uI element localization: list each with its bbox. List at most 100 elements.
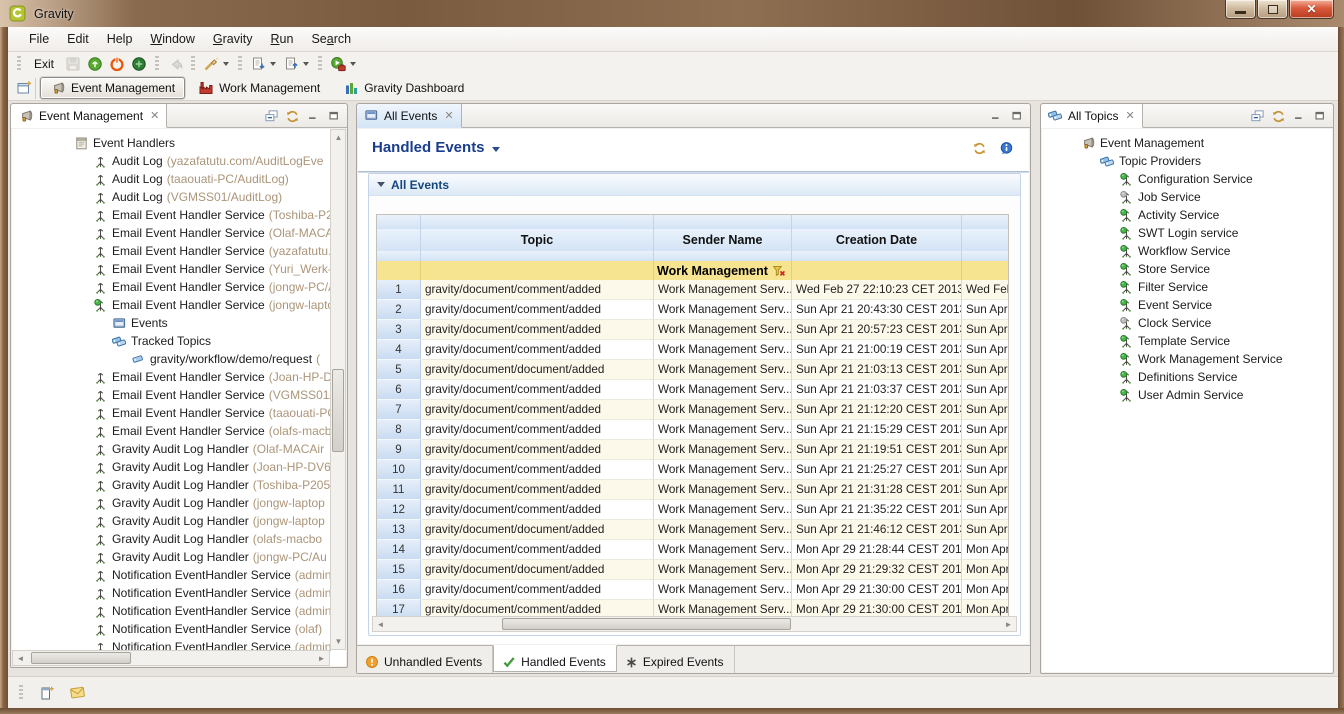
run-external-button[interactable] [328, 54, 348, 74]
tree-item[interactable]: Email Event Handler Service(jongw-PC/A [12, 278, 346, 296]
bottom-tab-unhandled-events[interactable]: Unhandled Events [357, 646, 493, 673]
export-page-button[interactable] [281, 54, 301, 74]
close-tab-icon[interactable]: ✕ [444, 109, 453, 122]
tree-item[interactable]: Gravity Audit Log Handler(Joan-HP-DV6 [12, 458, 346, 476]
tree-item[interactable]: Template Service [1042, 332, 1332, 350]
view-min-button[interactable] [1290, 107, 1308, 125]
tree-item[interactable]: Email Event Handler Service(Olaf-MACA [12, 224, 346, 242]
perspective-event-management[interactable]: Event Management [40, 77, 185, 99]
tree-item[interactable]: Email Event Handler Service(taaouati-PC [12, 404, 346, 422]
table-row[interactable]: 16gravity/document/comment/addedWork Man… [377, 580, 1009, 600]
tree-item[interactable]: Event Management [1042, 134, 1332, 152]
tab-all-topics[interactable]: All Topics ✕ [1041, 104, 1143, 128]
tree-item[interactable]: Job Service [1042, 188, 1332, 206]
filter-clear-icon[interactable] [772, 264, 786, 278]
section-header[interactable]: All Events [369, 174, 1020, 196]
scroll-right-icon[interactable]: ► [1001, 617, 1016, 632]
table-row[interactable]: 3gravity/document/comment/addedWork Mana… [377, 320, 1009, 340]
fastview-button[interactable] [36, 682, 58, 704]
table-hscrollbar[interactable]: ◄ ► [372, 616, 1017, 632]
tree-item[interactable]: gravity/workflow/demo/request( [12, 350, 346, 368]
minimize-button[interactable] [1225, 0, 1256, 19]
maximize-button[interactable] [1257, 0, 1288, 19]
sync-button[interactable] [970, 139, 988, 157]
menu-edit[interactable]: Edit [58, 29, 98, 49]
tree-item[interactable]: Events [12, 314, 346, 332]
dropdown-arrow-icon[interactable] [303, 62, 309, 66]
tree-item[interactable]: Activity Service [1042, 206, 1332, 224]
scroll-up-icon[interactable]: ▲ [331, 130, 346, 145]
tree-item[interactable]: Workflow Service [1042, 242, 1332, 260]
column-header[interactable] [377, 229, 421, 251]
tree-item[interactable]: Audit Log(VGMSS01/AuditLog) [12, 188, 346, 206]
menu-window[interactable]: Window [141, 29, 203, 49]
tree-item[interactable]: SWT Login service [1042, 224, 1332, 242]
tree-item[interactable]: Notification EventHandler Service(admin [12, 584, 346, 602]
perspective-gravity-dashboard[interactable]: Gravity Dashboard [333, 77, 474, 99]
tree-item[interactable]: Gravity Audit Log Handler(Toshiba-P205 [12, 476, 346, 494]
table-row[interactable]: 6gravity/document/comment/addedWork Mana… [377, 380, 1009, 400]
close-button[interactable]: ✕ [1289, 0, 1334, 19]
power-button[interactable] [107, 54, 127, 74]
column-header[interactable]: Topic [421, 229, 654, 251]
message-button[interactable] [66, 682, 88, 704]
view-max-button[interactable] [325, 107, 343, 125]
tree-item[interactable]: Email Event Handler Service(Toshiba-P2 [12, 206, 346, 224]
menu-gravity[interactable]: Gravity [204, 29, 262, 49]
tree-item[interactable]: Work Management Service [1042, 350, 1332, 368]
left-tree-hscrollbar[interactable]: ◄ ► [12, 650, 330, 666]
table-row[interactable]: 8gravity/document/comment/addedWork Mana… [377, 420, 1009, 440]
tree-item[interactable]: Gravity Audit Log Handler(jongw-laptop [12, 512, 346, 530]
dropdown-arrow-icon[interactable] [223, 62, 229, 66]
back-arrow-button[interactable] [165, 54, 185, 74]
tree-item[interactable]: Email Event Handler Service(Yuri_Werk-L [12, 260, 346, 278]
column-header[interactable]: Sender Name [654, 229, 792, 251]
scroll-down-icon[interactable]: ▼ [331, 634, 346, 649]
import-page-button[interactable] [248, 54, 268, 74]
table-row[interactable]: 1gravity/document/comment/addedWork Mana… [377, 280, 1009, 300]
scroll-thumb[interactable] [31, 652, 131, 664]
sync-button[interactable] [1269, 107, 1287, 125]
titlebar[interactable]: Gravity ✕ [0, 0, 1344, 27]
bottom-tab-expired-events[interactable]: Expired Events [617, 646, 735, 673]
form-title[interactable]: Handled Events [372, 139, 500, 156]
scroll-left-icon[interactable]: ◄ [13, 651, 28, 666]
perspective-work-management[interactable]: Work Management [188, 77, 330, 99]
scroll-left-icon[interactable]: ◄ [373, 617, 388, 632]
view-max-button[interactable] [1311, 107, 1329, 125]
table-row[interactable]: 11gravity/document/comment/addedWork Man… [377, 480, 1009, 500]
scroll-thumb[interactable] [332, 369, 344, 452]
table-row[interactable]: 12gravity/document/comment/addedWork Man… [377, 500, 1009, 520]
tree-item[interactable]: User Admin Service [1042, 386, 1332, 404]
dropdown-arrow-icon[interactable] [350, 62, 356, 66]
tree-item[interactable]: Email Event Handler Service(Joan-HP-DV [12, 368, 346, 386]
tree-item[interactable]: Email Event Handler Service(yazafatutu.c [12, 242, 346, 260]
tree-item[interactable]: Clock Service [1042, 314, 1332, 332]
tree-item[interactable]: Gravity Audit Log Handler(jongw-PC/Au [12, 548, 346, 566]
tree-item[interactable]: Filter Service [1042, 278, 1332, 296]
table-row[interactable]: 10gravity/document/comment/addedWork Man… [377, 460, 1009, 480]
table-row[interactable]: 15gravity/document/document/addedWork Ma… [377, 560, 1009, 580]
left-tree-vscrollbar[interactable]: ▲ ▼ [330, 129, 346, 650]
view-min-button[interactable] [304, 107, 322, 125]
exit-button[interactable]: Exit [26, 55, 62, 73]
tree-item[interactable]: Event Handlers [12, 134, 346, 152]
tree-item[interactable]: Email Event Handler Service(VGMSS01/c [12, 386, 346, 404]
view-min-button[interactable] [987, 107, 1005, 125]
save-button[interactable] [63, 54, 83, 74]
tree-item[interactable]: Notification EventHandler Service(admin [12, 566, 346, 584]
bottom-tab-handled-events[interactable]: Handled Events [493, 645, 617, 672]
tree-item[interactable]: Topic Providers [1042, 152, 1332, 170]
tab-all-events[interactable]: All Events ✕ [357, 104, 462, 128]
table-row[interactable]: 4gravity/document/comment/addedWork Mana… [377, 340, 1009, 360]
tab-event-management[interactable]: Event Management ✕ [11, 104, 167, 128]
scroll-thumb[interactable] [502, 618, 791, 630]
tree-item[interactable]: Configuration Service [1042, 170, 1332, 188]
close-tab-icon[interactable]: ✕ [1125, 109, 1134, 122]
menu-run[interactable]: Run [262, 29, 303, 49]
tree-item[interactable]: Tracked Topics [12, 332, 346, 350]
tree-item[interactable]: Gravity Audit Log Handler(jongw-laptop [12, 494, 346, 512]
login-orb-button[interactable] [85, 54, 105, 74]
tree-item[interactable]: Gravity Audit Log Handler(olafs-macbo [12, 530, 346, 548]
menu-file[interactable]: File [20, 29, 58, 49]
